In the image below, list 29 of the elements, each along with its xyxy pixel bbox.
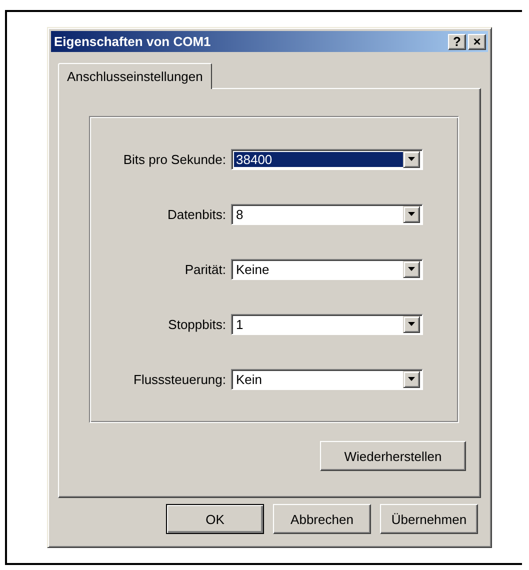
dropdown-button[interactable] (403, 370, 420, 388)
caret-icon (408, 377, 415, 381)
dropdown-field[interactable]: Kein (231, 368, 423, 390)
dropdown-button[interactable] (403, 150, 420, 168)
dropdown-field[interactable]: Keine (231, 258, 423, 280)
dropdown-value: 38400 (234, 152, 403, 166)
apply-button[interactable]: Übernehmen (380, 504, 478, 534)
cancel-button[interactable]: Abbrechen (273, 504, 371, 534)
caret-icon (408, 322, 415, 326)
field-label: Stoppbits: (167, 316, 227, 332)
tab[interactable]: Anschlusseinstellungen (58, 63, 212, 89)
window-title: Eigenschaften von COM1 (54, 34, 212, 49)
ok-button[interactable]: OK (166, 504, 264, 534)
caret-icon (408, 157, 415, 161)
help-button[interactable]: ? (448, 34, 466, 50)
caret-icon (408, 267, 415, 271)
field-label: Bits pro Sekunde: (122, 152, 227, 166)
dropdown-field[interactable]: 8 (231, 204, 423, 224)
field-label: Datenbits: (166, 206, 227, 222)
dropdown-field[interactable]: 38400 (231, 148, 423, 170)
restore-button[interactable]: Wiederherstellen (320, 441, 466, 471)
field-label: Parität: (184, 262, 227, 276)
field-label: Flusssteuerung: (132, 372, 227, 386)
dropdown-button[interactable] (403, 206, 420, 222)
dropdown-button[interactable] (403, 316, 420, 332)
caret-icon (408, 212, 415, 216)
dropdown-field[interactable]: 1 (231, 314, 423, 334)
close-button[interactable]: × (468, 34, 486, 50)
dropdown-button[interactable] (403, 260, 420, 278)
